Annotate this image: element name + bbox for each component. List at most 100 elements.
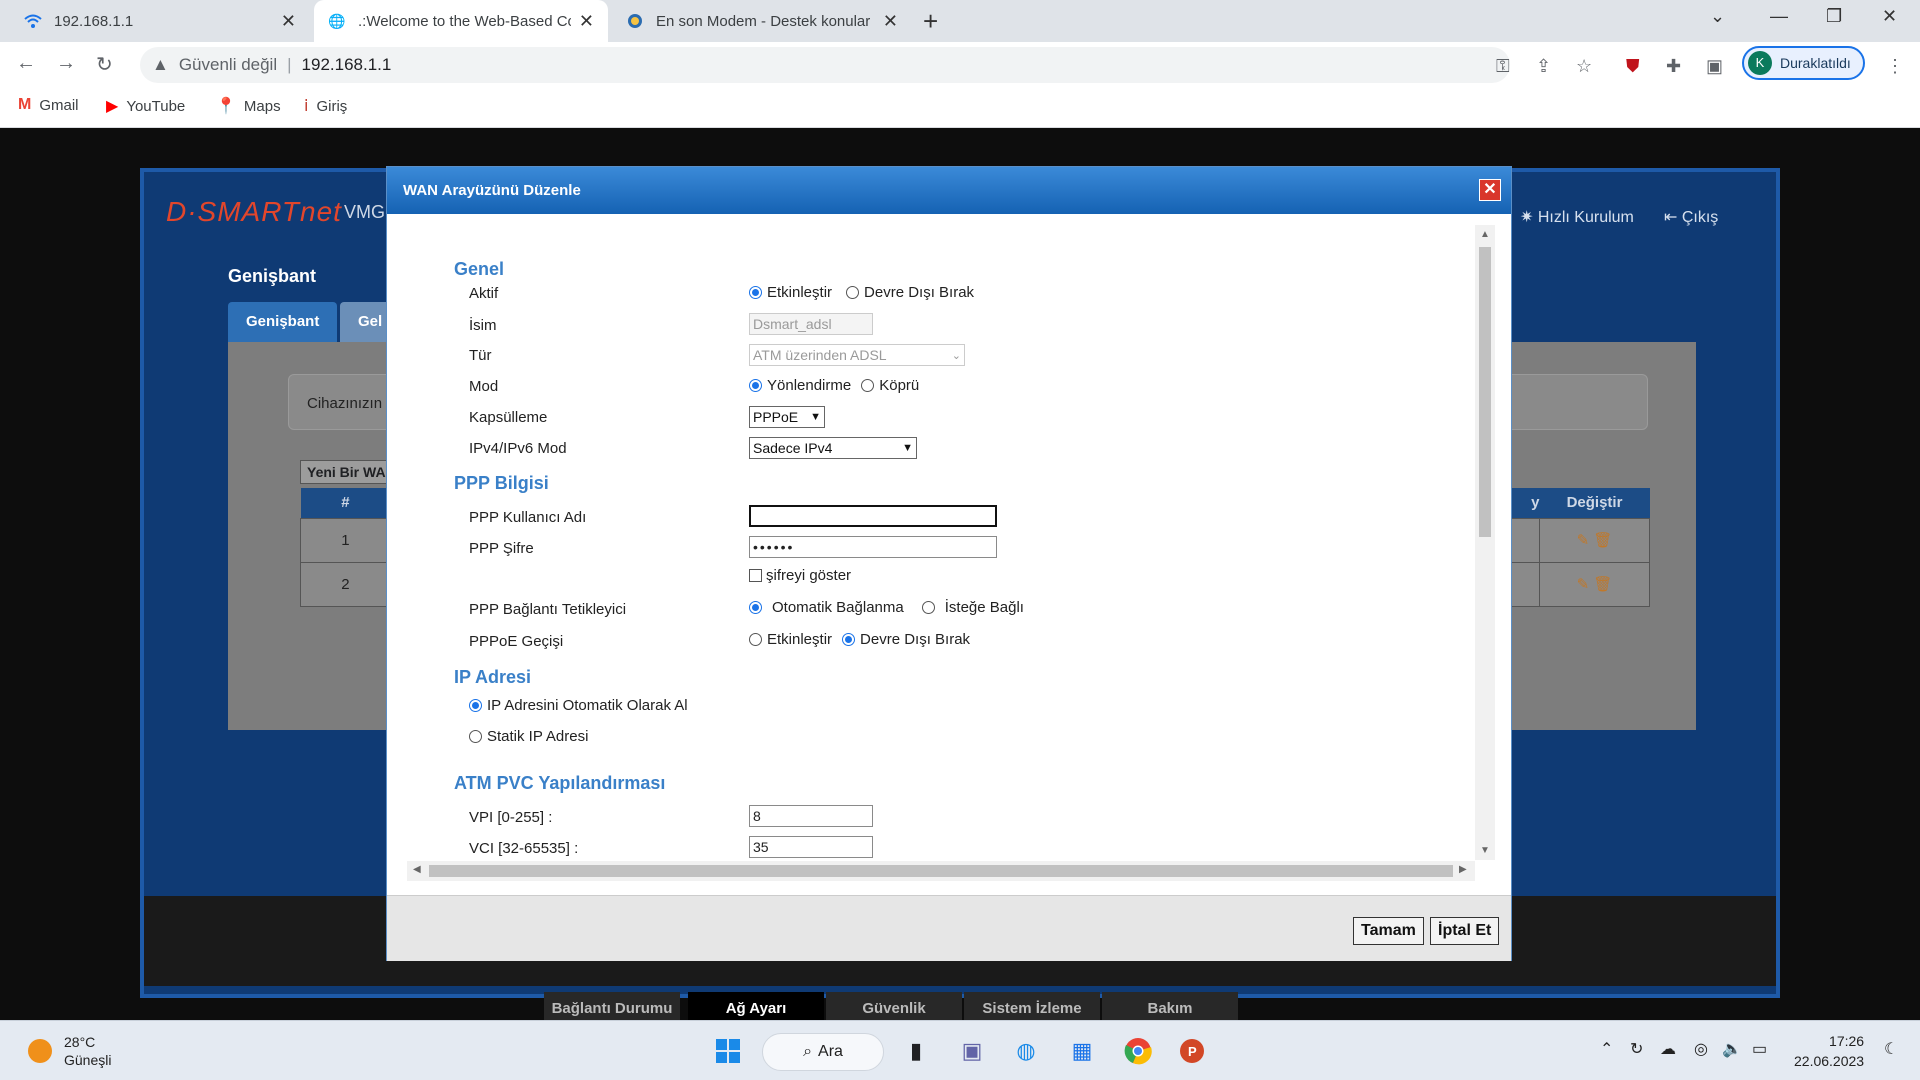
edit-icon[interactable]: ✎ bbox=[1577, 576, 1590, 593]
mode-radios: Yönlendirme Köprü bbox=[749, 377, 919, 394]
maximize-icon[interactable]: ❐ bbox=[1826, 6, 1842, 27]
store-icon[interactable]: ▦ bbox=[1066, 1035, 1098, 1067]
address-bar[interactable]: ▲ Güvenli değil | 192.168.1.1 bbox=[140, 47, 1510, 83]
close-tab-icon[interactable]: ✕ bbox=[281, 11, 296, 32]
chevron-up-icon[interactable]: ⌃ bbox=[1600, 1039, 1613, 1059]
back-icon[interactable]: ← bbox=[16, 52, 36, 75]
extensions-icon[interactable]: ✚ bbox=[1666, 56, 1681, 77]
edge-icon[interactable]: ◍ bbox=[1010, 1035, 1042, 1067]
page-title: Genişbant bbox=[228, 266, 317, 286]
table-header: # bbox=[300, 488, 391, 518]
cancel-button[interactable]: İptal Et bbox=[1430, 917, 1500, 945]
trigger-auto-radio[interactable] bbox=[749, 601, 762, 614]
security-label[interactable]: Güvenli değil bbox=[179, 55, 277, 75]
clock[interactable]: 17:26 22.06.2023 bbox=[1794, 1031, 1864, 1071]
warning-icon[interactable]: ▲ bbox=[152, 55, 169, 75]
bookmark-gmail[interactable]: M Gmail bbox=[18, 96, 79, 114]
scroll-down-icon[interactable]: ▼ bbox=[1480, 845, 1490, 856]
menu-icon[interactable]: ⋮ bbox=[1886, 56, 1904, 77]
tab-search-chevron-icon[interactable]: ⌄ bbox=[1710, 6, 1725, 27]
section-ip: IP Adresi bbox=[454, 667, 532, 687]
scroll-right-icon[interactable]: ▶ bbox=[1459, 864, 1467, 875]
quick-setup-link[interactable]: ✷ Hızlı Kurulum bbox=[1520, 207, 1634, 227]
time: 17:26 bbox=[1829, 1033, 1865, 1049]
close-window-icon[interactable]: ✕ bbox=[1882, 6, 1897, 27]
powerpoint-icon[interactable]: P bbox=[1176, 1035, 1208, 1067]
battery-icon[interactable]: ▭ bbox=[1752, 1039, 1767, 1059]
close-tab-icon[interactable]: ✕ bbox=[579, 11, 594, 32]
radio-label: IP Adresini Otomatik Olarak Al bbox=[487, 697, 688, 714]
scroll-thumb[interactable] bbox=[1479, 247, 1491, 537]
tab-welcome[interactable]: 🌐 .:Welcome to the Web-Based Co ✕ bbox=[314, 0, 608, 42]
bookmark-maps[interactable]: 📍 Maps bbox=[216, 96, 281, 116]
ip-mode-select[interactable]: Sadece IPv4 ▼ bbox=[749, 437, 917, 459]
ppp-username-input[interactable] bbox=[749, 505, 997, 527]
reload-icon[interactable]: ↻ bbox=[96, 52, 113, 77]
teams-chat-icon[interactable]: ▣ bbox=[956, 1035, 988, 1067]
minimize-icon[interactable]: — bbox=[1770, 6, 1788, 27]
trash-icon[interactable]: 🗑 bbox=[1593, 576, 1612, 593]
active-disable-radio[interactable] bbox=[846, 286, 860, 299]
encapsulation-select[interactable]: PPPoE ▼ bbox=[749, 406, 825, 428]
scroll-left-icon[interactable]: ◀ bbox=[413, 864, 421, 875]
mode-route-radio[interactable] bbox=[749, 379, 762, 392]
vpi-input[interactable]: 8 bbox=[749, 805, 873, 827]
chrome-icon[interactable] bbox=[1122, 1035, 1154, 1067]
ublock-icon[interactable]: ⛊ bbox=[1626, 56, 1640, 77]
star-icon[interactable]: ☆ bbox=[1576, 56, 1592, 77]
horizontal-scrollbar[interactable]: ◀ ▶ bbox=[407, 861, 1475, 881]
weather-widget[interactable]: 28°C Güneşli bbox=[28, 1033, 111, 1069]
tab-forum[interactable]: En son Modem - Destek konular ✕ bbox=[612, 0, 912, 42]
divider: | bbox=[287, 55, 292, 74]
mode-bridge-radio[interactable] bbox=[861, 379, 875, 392]
weather-condition: Güneşli bbox=[64, 1052, 112, 1068]
taskbar-search[interactable]: ⌕ Ara bbox=[762, 1033, 884, 1071]
ip-auto-radio[interactable] bbox=[469, 699, 482, 712]
ppp-password-input[interactable]: •••••• bbox=[749, 536, 997, 558]
network-icon[interactable]: ◎ bbox=[1694, 1039, 1708, 1059]
bookmark-giris[interactable]: ⅰ Giriş bbox=[304, 96, 347, 116]
tab-router[interactable]: 192.168.1.1 ✕ bbox=[10, 0, 310, 42]
notification-icon[interactable]: ☾ bbox=[1884, 1039, 1898, 1059]
forward-icon[interactable]: → bbox=[56, 52, 76, 75]
logout-link[interactable]: ⇤ Çıkış bbox=[1664, 207, 1718, 227]
tab-genisbant[interactable]: Genişbant bbox=[228, 302, 338, 342]
trash-icon[interactable]: 🗑 bbox=[1593, 532, 1612, 549]
trigger-demand-radio[interactable] bbox=[921, 601, 935, 614]
show-password-control: şifreyi göster bbox=[749, 567, 851, 584]
volume-icon[interactable]: 🔈 bbox=[1722, 1039, 1742, 1059]
edit-icon[interactable]: ✎ bbox=[1577, 532, 1590, 549]
cloud-icon[interactable]: ☁ bbox=[1660, 1039, 1676, 1059]
add-wan-button[interactable]: Yeni Bir WA bbox=[300, 460, 393, 484]
passthrough-enable-radio[interactable] bbox=[749, 633, 762, 646]
wizard-icon: ✷ bbox=[1520, 209, 1538, 226]
new-tab-button[interactable]: + bbox=[923, 6, 938, 37]
bookmark-youtube[interactable]: ▶ YouTube bbox=[106, 96, 185, 116]
side-panel-icon[interactable]: ▣ bbox=[1706, 56, 1723, 77]
close-tab-icon[interactable]: ✕ bbox=[883, 11, 898, 32]
sync-icon[interactable]: ↻ bbox=[1630, 1039, 1643, 1059]
scroll-thumb[interactable] bbox=[429, 865, 1453, 877]
scroll-up-icon[interactable]: ▲ bbox=[1480, 229, 1490, 240]
start-icon[interactable] bbox=[712, 1035, 744, 1067]
profile-status: Duraklatıldı bbox=[1780, 55, 1851, 71]
row-number: 2 bbox=[300, 561, 391, 607]
ok-button[interactable]: Tamam bbox=[1353, 917, 1424, 945]
passthrough-disable-radio[interactable] bbox=[842, 633, 856, 646]
show-password-checkbox[interactable] bbox=[749, 569, 762, 582]
ppp-pass-control: •••••• bbox=[749, 536, 997, 558]
key-icon[interactable]: ⚿ bbox=[1496, 56, 1510, 77]
ip-static-radio[interactable] bbox=[469, 730, 482, 743]
vci-input[interactable]: 35 bbox=[749, 836, 873, 858]
profile-button[interactable]: K Duraklatıldı bbox=[1742, 46, 1865, 80]
logout-icon: ⇤ bbox=[1664, 209, 1682, 226]
pppoe-passthrough-label: PPPoE Geçişi bbox=[469, 633, 564, 650]
close-dialog-icon[interactable]: ✕ bbox=[1479, 179, 1501, 201]
task-view-icon[interactable]: ▮ bbox=[900, 1035, 932, 1067]
url-text[interactable]: 192.168.1.1 bbox=[302, 55, 392, 75]
vertical-scrollbar[interactable]: ▲ ▼ bbox=[1475, 225, 1495, 860]
wan-edit-dialog: WAN Arayüzünü Düzenle ✕ Genel Aktif Etki… bbox=[386, 166, 1512, 961]
vpi-control: 8 bbox=[749, 805, 873, 827]
active-enable-radio[interactable] bbox=[749, 286, 762, 299]
share-icon[interactable]: ⇪ bbox=[1536, 56, 1551, 77]
